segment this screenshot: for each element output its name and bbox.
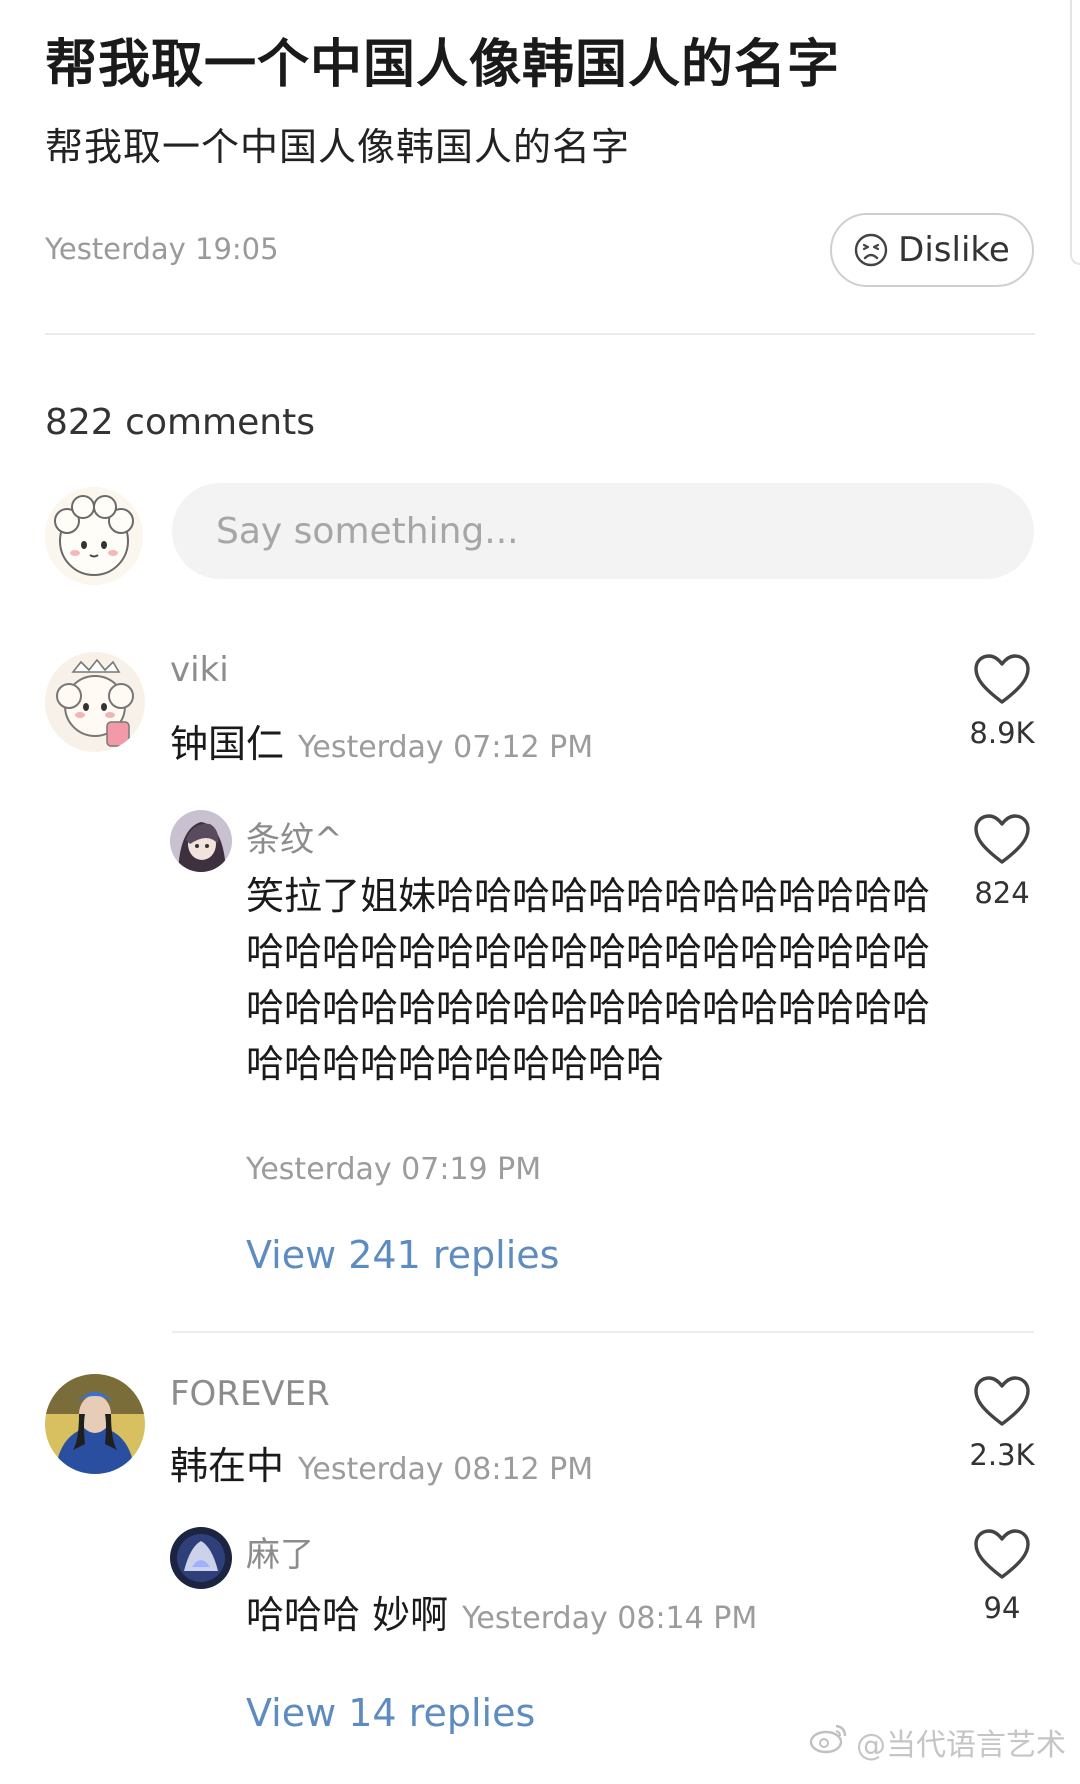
avatar-reply-user[interactable] bbox=[170, 810, 232, 872]
my-avatar bbox=[45, 487, 143, 585]
reply-author[interactable]: 条纹^ bbox=[246, 812, 343, 861]
heart-outline-icon[interactable] bbox=[972, 812, 1032, 868]
dislike-label: Dislike bbox=[898, 230, 1010, 270]
divider bbox=[45, 333, 1035, 335]
like-count: 2.3K bbox=[969, 1438, 1035, 1472]
comment-timestamp: Yesterday 07:12 PM bbox=[298, 730, 594, 765]
frown-face-icon bbox=[854, 233, 888, 267]
view-replies-link[interactable]: View 241 replies bbox=[246, 1233, 559, 1277]
like-count: 94 bbox=[983, 1591, 1021, 1625]
comment-content: 韩在中 Yesterday 08:12 PM bbox=[170, 1435, 593, 1490]
avatar-reply-user[interactable] bbox=[170, 1527, 232, 1589]
avatar-viki[interactable] bbox=[45, 652, 145, 752]
reply-content: 哈哈哈 妙啊 Yesterday 08:14 PM bbox=[246, 1584, 757, 1639]
comment-separator bbox=[172, 1331, 1034, 1333]
like-group: 824 bbox=[947, 812, 1057, 910]
heart-outline-icon[interactable] bbox=[972, 1527, 1032, 1583]
like-group: 94 bbox=[947, 1527, 1057, 1625]
watermark: @当代语言艺术 bbox=[808, 1720, 1066, 1764]
view-replies-link[interactable]: View 14 replies bbox=[246, 1691, 535, 1735]
like-group: 2.3K bbox=[947, 1374, 1057, 1472]
comment-text: 钟国仁 bbox=[170, 722, 285, 766]
reply-text: 哈哈哈 妙啊 bbox=[246, 1593, 449, 1637]
heart-outline-icon[interactable] bbox=[972, 1374, 1032, 1430]
comment-timestamp: Yesterday 08:12 PM bbox=[298, 1452, 594, 1487]
like-count: 824 bbox=[974, 876, 1030, 910]
comment-author[interactable]: FOREVER bbox=[170, 1374, 330, 1414]
post-timestamp: Yesterday 19:05 bbox=[45, 232, 279, 266]
like-count: 8.9K bbox=[969, 716, 1035, 750]
heart-outline-icon[interactable] bbox=[972, 652, 1032, 708]
watermark-text: @当代语言艺术 bbox=[856, 1728, 1066, 1763]
comment-content: 钟国仁 Yesterday 07:12 PM bbox=[170, 713, 593, 768]
comment-input[interactable] bbox=[172, 483, 1034, 579]
post-title: 帮我取一个中国人像韩国人的名字 bbox=[45, 35, 841, 95]
dislike-button[interactable]: Dislike bbox=[830, 213, 1034, 287]
comment-count: 822 comments bbox=[45, 402, 315, 443]
reply-timestamp: Yesterday 07:19 PM bbox=[246, 1152, 542, 1187]
like-group: 8.9K bbox=[947, 652, 1057, 750]
reply-timestamp: Yesterday 08:14 PM bbox=[462, 1601, 758, 1636]
comment-text: 韩在中 bbox=[170, 1444, 285, 1488]
scroll-edge bbox=[1070, 0, 1080, 265]
avatar-forever[interactable] bbox=[45, 1374, 145, 1474]
weibo-logo-icon bbox=[808, 1722, 848, 1762]
comment-author[interactable]: viki bbox=[170, 650, 229, 690]
reply-text: 笑拉了姐妹哈哈哈哈哈哈哈哈哈哈哈哈哈哈哈哈哈哈哈哈哈哈哈哈哈哈哈哈哈哈哈哈哈哈哈… bbox=[246, 874, 931, 1086]
post-body: 帮我取一个中国人像韩国人的名字 bbox=[45, 125, 631, 169]
reply-author[interactable]: 麻了 bbox=[246, 1527, 314, 1576]
